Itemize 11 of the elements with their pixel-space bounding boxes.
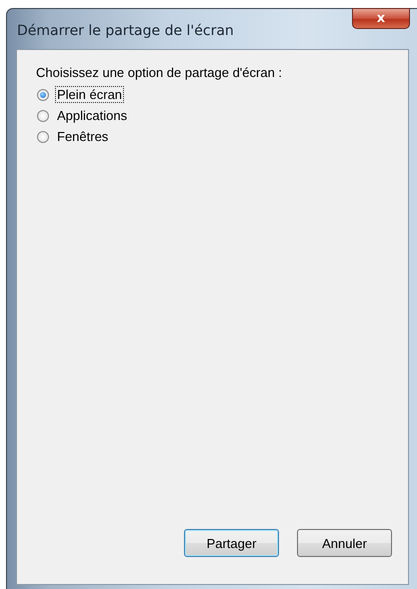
- option-label[interactable]: Fenêtres: [55, 128, 110, 145]
- radio-button[interactable]: [37, 130, 49, 142]
- close-button[interactable]: x: [352, 8, 410, 29]
- prompt-text: Choisissez une option de partage d'écran :: [36, 65, 284, 80]
- radio-button[interactable]: [37, 88, 49, 100]
- option-label[interactable]: Plein écran: [55, 86, 124, 103]
- radio-button[interactable]: [37, 110, 49, 122]
- option-label[interactable]: Applications: [55, 107, 130, 124]
- cancel-button[interactable]: Annuler: [297, 529, 392, 557]
- share-button[interactable]: Partager: [184, 529, 279, 557]
- window-title: Démarrer le partage de l'écran: [16, 23, 234, 39]
